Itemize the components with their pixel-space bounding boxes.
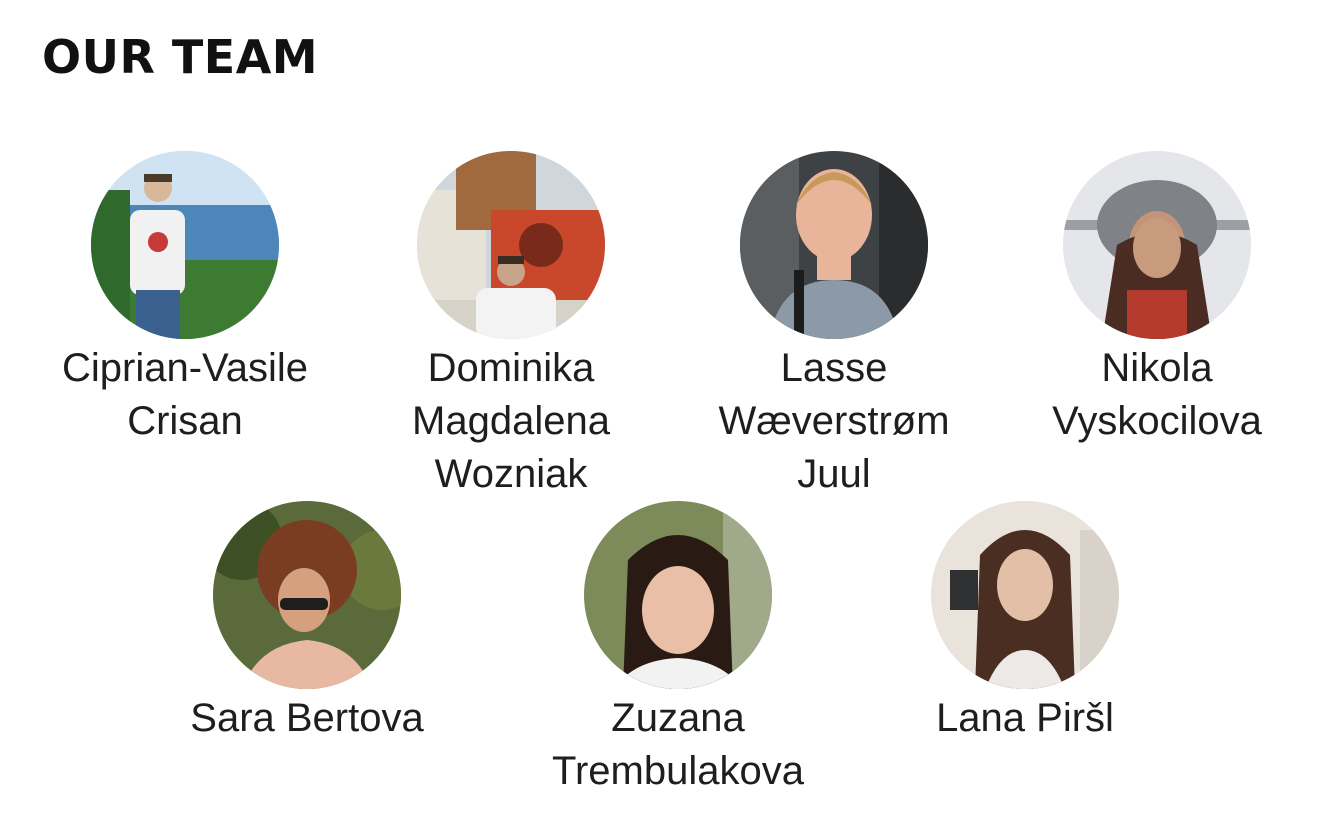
member-name-line: Wozniak [434,452,588,496]
member-name: Lasse Wæverstrøm Juul [684,342,984,501]
team-member-card: Sara Bertova [157,500,457,745]
member-name-line: Trembulakova [552,749,804,793]
member-name: Ciprian-Vasile Crisan [35,342,335,448]
member-name-line: Wæverstrøm [718,399,950,443]
member-name-line: Sara Bertova [190,696,424,740]
member-name-line: Juul [797,452,871,496]
team-member-card: Nikola Vyskocilova [1007,150,1307,448]
member-name-line: Lana Piršl [936,696,1114,740]
member-photo [90,150,280,340]
member-photo [930,500,1120,690]
team-member-card: Lana Piršl [875,500,1175,745]
member-photo [416,150,606,340]
member-photo [212,500,402,690]
member-name-line: Zuzana [611,696,745,740]
member-name-line: Lasse [780,346,888,390]
member-name-line: Nikola [1101,346,1213,390]
member-name-line: Dominika [427,346,595,390]
team-member-card: Dominika Magdalena Wozniak [361,150,661,501]
member-name: Lana Piršl [875,692,1175,745]
member-name: Nikola Vyskocilova [1007,342,1307,448]
team-member-card: Lasse Wæverstrøm Juul [684,150,984,501]
member-photo [1062,150,1252,340]
member-name: Dominika Magdalena Wozniak [361,342,661,501]
member-name-line: Vyskocilova [1052,399,1262,443]
member-photo [739,150,929,340]
member-photo [583,500,773,690]
page-title: OUR TEAM [42,30,319,84]
team-member-card: Ciprian-Vasile Crisan [35,150,335,448]
member-name-line: Magdalena [412,399,610,443]
member-name: Zuzana Trembulakova [528,692,828,798]
team-member-card: Zuzana Trembulakova [528,500,828,798]
member-name-line: Crisan [127,399,243,443]
member-name: Sara Bertova [157,692,457,745]
member-name-line: Ciprian-Vasile [61,346,308,390]
